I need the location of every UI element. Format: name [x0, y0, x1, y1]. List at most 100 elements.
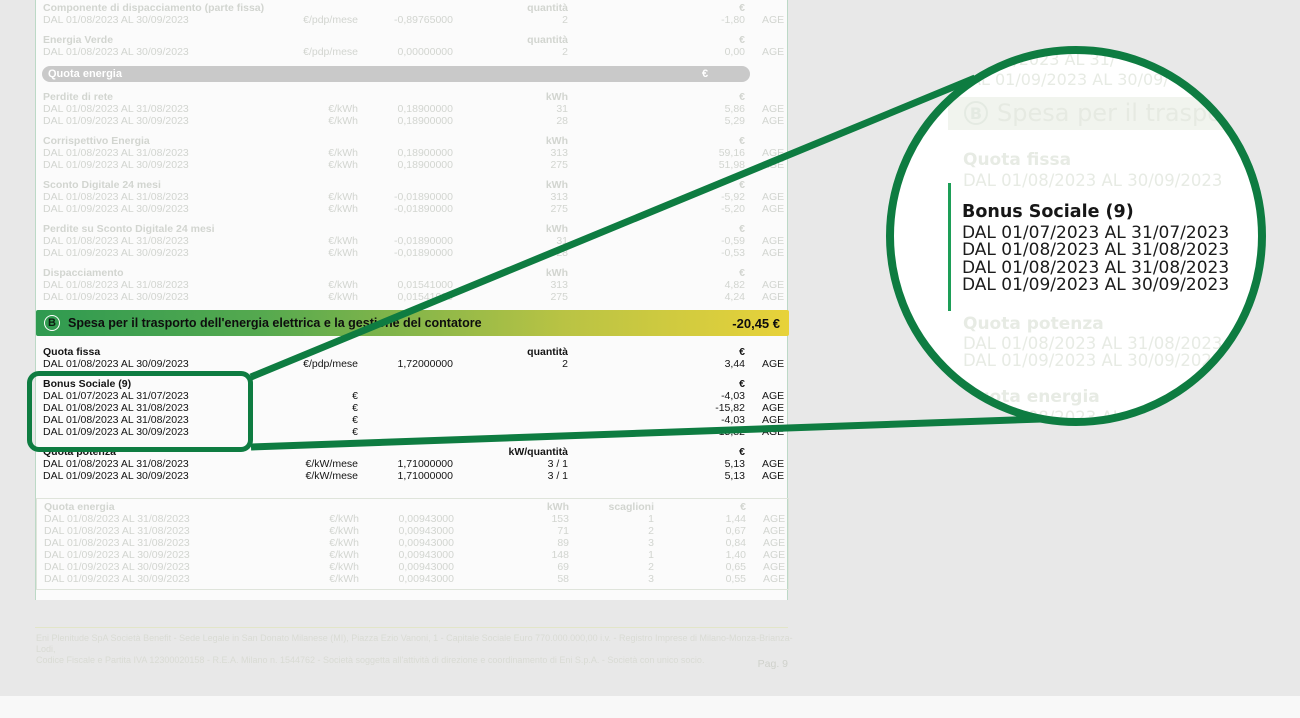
- row-amount: -0,53: [653, 247, 745, 259]
- magnifier-ghost-section-bar: B Spesa per il trasporto: [948, 97, 1258, 130]
- row-amount: 0,67: [654, 525, 746, 537]
- group-title: Quota energia: [44, 501, 454, 513]
- group-header-row: Corrispettivo EnergiakWh€: [43, 135, 787, 147]
- bonus-highlight-box: [27, 371, 253, 452]
- row-scaglioni: 3: [569, 573, 654, 585]
- qty-column-header: [453, 378, 568, 390]
- row-amount: 0,84: [654, 537, 746, 549]
- row-unit-price: -0,01890000: [358, 235, 453, 247]
- magnifier-bonus-dates: DAL 01/07/2023 AL 31/07/2023DAL 01/08/20…: [962, 225, 1229, 295]
- row-tag: AGE: [745, 203, 787, 215]
- footer-line-1: Eni Plenitude SpA Società Benefit - Sede…: [36, 633, 796, 655]
- gray-bar-label: Quota energia: [48, 68, 122, 80]
- table-row: DAL 01/08/2023 AL 30/09/2023€/pdp/mese1,…: [43, 358, 789, 370]
- gray-bar-euro: €: [702, 66, 708, 82]
- table-row: DAL 01/08/2023 AL 31/08/2023€/kWh0,01541…: [43, 279, 787, 291]
- row-scaglioni: [568, 14, 653, 26]
- row-date-range: DAL 01/08/2023 AL 30/09/2023: [43, 46, 258, 58]
- group-header-row: Quota fissaquantità€: [43, 346, 789, 358]
- group-title: Corrispettivo Energia: [43, 135, 453, 147]
- table-row: DAL 01/09/2023 AL 30/09/2023€/kWh0,00943…: [44, 573, 788, 585]
- table-row: DAL 01/09/2023 AL 30/09/2023€/kW/mese1,7…: [43, 470, 789, 482]
- row-unit: €/pdp/mese: [258, 46, 358, 58]
- euro-column-header: €: [653, 135, 745, 147]
- table-row: DAL 01/09/2023 AL 30/09/2023€/kWh0,18900…: [43, 115, 787, 127]
- table-row: DAL 01/08/2023 AL 31/08/2023€/kWh0,18900…: [43, 103, 787, 115]
- row-date-range: DAL 01/09/2023 AL 30/09/2023: [44, 561, 259, 573]
- row-date-range: DAL 01/08/2023 AL 31/08/2023: [43, 235, 258, 247]
- row-unit: €: [258, 426, 358, 438]
- scaglioni-column-header: [568, 135, 653, 147]
- row-unit: €/kW/mese: [258, 458, 358, 470]
- row-scaglioni: [568, 402, 653, 414]
- row-unit-price: 0,01541000: [358, 291, 453, 303]
- row-scaglioni: 3: [569, 537, 654, 549]
- row-scaglioni: [568, 291, 653, 303]
- table-row: DAL 01/08/2023 AL 30/09/2023€/pdp/mese-0…: [43, 14, 787, 26]
- table-row: DAL 01/08/2023 AL 31/08/2023€/kWh0,00943…: [44, 525, 788, 537]
- row-tag: AGE: [745, 402, 789, 414]
- scaglioni-column-header: [568, 91, 653, 103]
- row-unit: €/kWh: [258, 115, 358, 127]
- row-scaglioni: [568, 458, 653, 470]
- footer-divider: [35, 627, 788, 628]
- table-row: DAL 01/09/2023 AL 30/09/2023€/kWh-0,0189…: [43, 247, 787, 259]
- row-tag: AGE: [745, 235, 787, 247]
- row-unit: €/kWh: [259, 513, 359, 525]
- row-quantity: [453, 414, 568, 426]
- row-scaglioni: [568, 159, 653, 171]
- row-quantity: [453, 426, 568, 438]
- row-unit: €: [258, 414, 358, 426]
- row-tag: AGE: [745, 470, 789, 482]
- row-date-range: DAL 01/08/2023 AL 31/08/2023: [43, 458, 258, 470]
- table-row: DAL 01/08/2023 AL 31/08/2023€/kWh0,00943…: [44, 513, 788, 525]
- section-b-badge-icon: B: [44, 315, 60, 331]
- table-row: DAL 01/08/2023 AL 31/08/2023€/kWh-0,0189…: [43, 191, 787, 203]
- row-quantity: 31: [453, 235, 568, 247]
- row-scaglioni: [568, 426, 653, 438]
- table-row: DAL 01/08/2023 AL 31/08/2023€/kWh0,18900…: [43, 147, 787, 159]
- row-scaglioni: [568, 46, 653, 58]
- row-quantity: 153: [454, 513, 569, 525]
- euro-column-header: €: [653, 2, 745, 14]
- section-b-title: Spesa per il trasporto dell'energia elet…: [68, 316, 732, 330]
- row-quantity: 28: [453, 115, 568, 127]
- row-amount: -5,92: [653, 191, 745, 203]
- row-tag: AGE: [745, 14, 787, 26]
- euro-column-header: €: [653, 346, 745, 358]
- row-unit: €/kWh: [259, 573, 359, 585]
- table-row: DAL 01/09/2023 AL 30/09/2023€/kWh0,00943…: [44, 549, 788, 561]
- row-unit: €: [258, 390, 358, 402]
- bill-bottom-section: Quota energiakWhscaglioni€DAL 01/08/2023…: [36, 498, 789, 590]
- table-group: Perdite su Sconto Digitale 24 mesikWh€DA…: [43, 223, 787, 259]
- scaglioni-column-header: [568, 179, 653, 191]
- row-tag: AGE: [745, 291, 787, 303]
- row-amount: -15,82: [653, 426, 745, 438]
- row-unit: €/kW/mese: [258, 470, 358, 482]
- row-unit-price: 1,71000000: [358, 458, 453, 470]
- row-amount: -4,03: [653, 414, 745, 426]
- row-amount: -15,82: [653, 402, 745, 414]
- row-date-range: DAL 01/08/2023 AL 31/08/2023: [44, 513, 259, 525]
- row-unit-price: [358, 426, 453, 438]
- scaglioni-column-header: [568, 378, 653, 390]
- row-amount: 1,40: [654, 549, 746, 561]
- row-tag: AGE: [745, 390, 789, 402]
- row-quantity: [453, 402, 568, 414]
- row-date-range: DAL 01/08/2023 AL 30/09/2023: [43, 358, 258, 370]
- row-quantity: 2: [453, 358, 568, 370]
- magnifier-bonus-title: Bonus Sociale (9): [962, 202, 1134, 222]
- row-scaglioni: [568, 115, 653, 127]
- row-unit-price: 0,00943000: [359, 537, 454, 549]
- row-quantity: 313: [453, 147, 568, 159]
- euro-column-header: €: [653, 179, 745, 191]
- row-tag: AGE: [746, 549, 788, 561]
- magnifier-quota-energia-date: DAL 01/08/2023 AL 31/: [963, 408, 1154, 418]
- row-tag: AGE: [746, 537, 788, 549]
- row-quantity: 148: [454, 549, 569, 561]
- row-quantity: 71: [454, 525, 569, 537]
- section-b-header-bar: B Spesa per il trasporto dell'energia el…: [36, 310, 789, 336]
- row-scaglioni: [568, 279, 653, 291]
- row-quantity: 275: [453, 291, 568, 303]
- bottom-strip: [0, 696, 1300, 718]
